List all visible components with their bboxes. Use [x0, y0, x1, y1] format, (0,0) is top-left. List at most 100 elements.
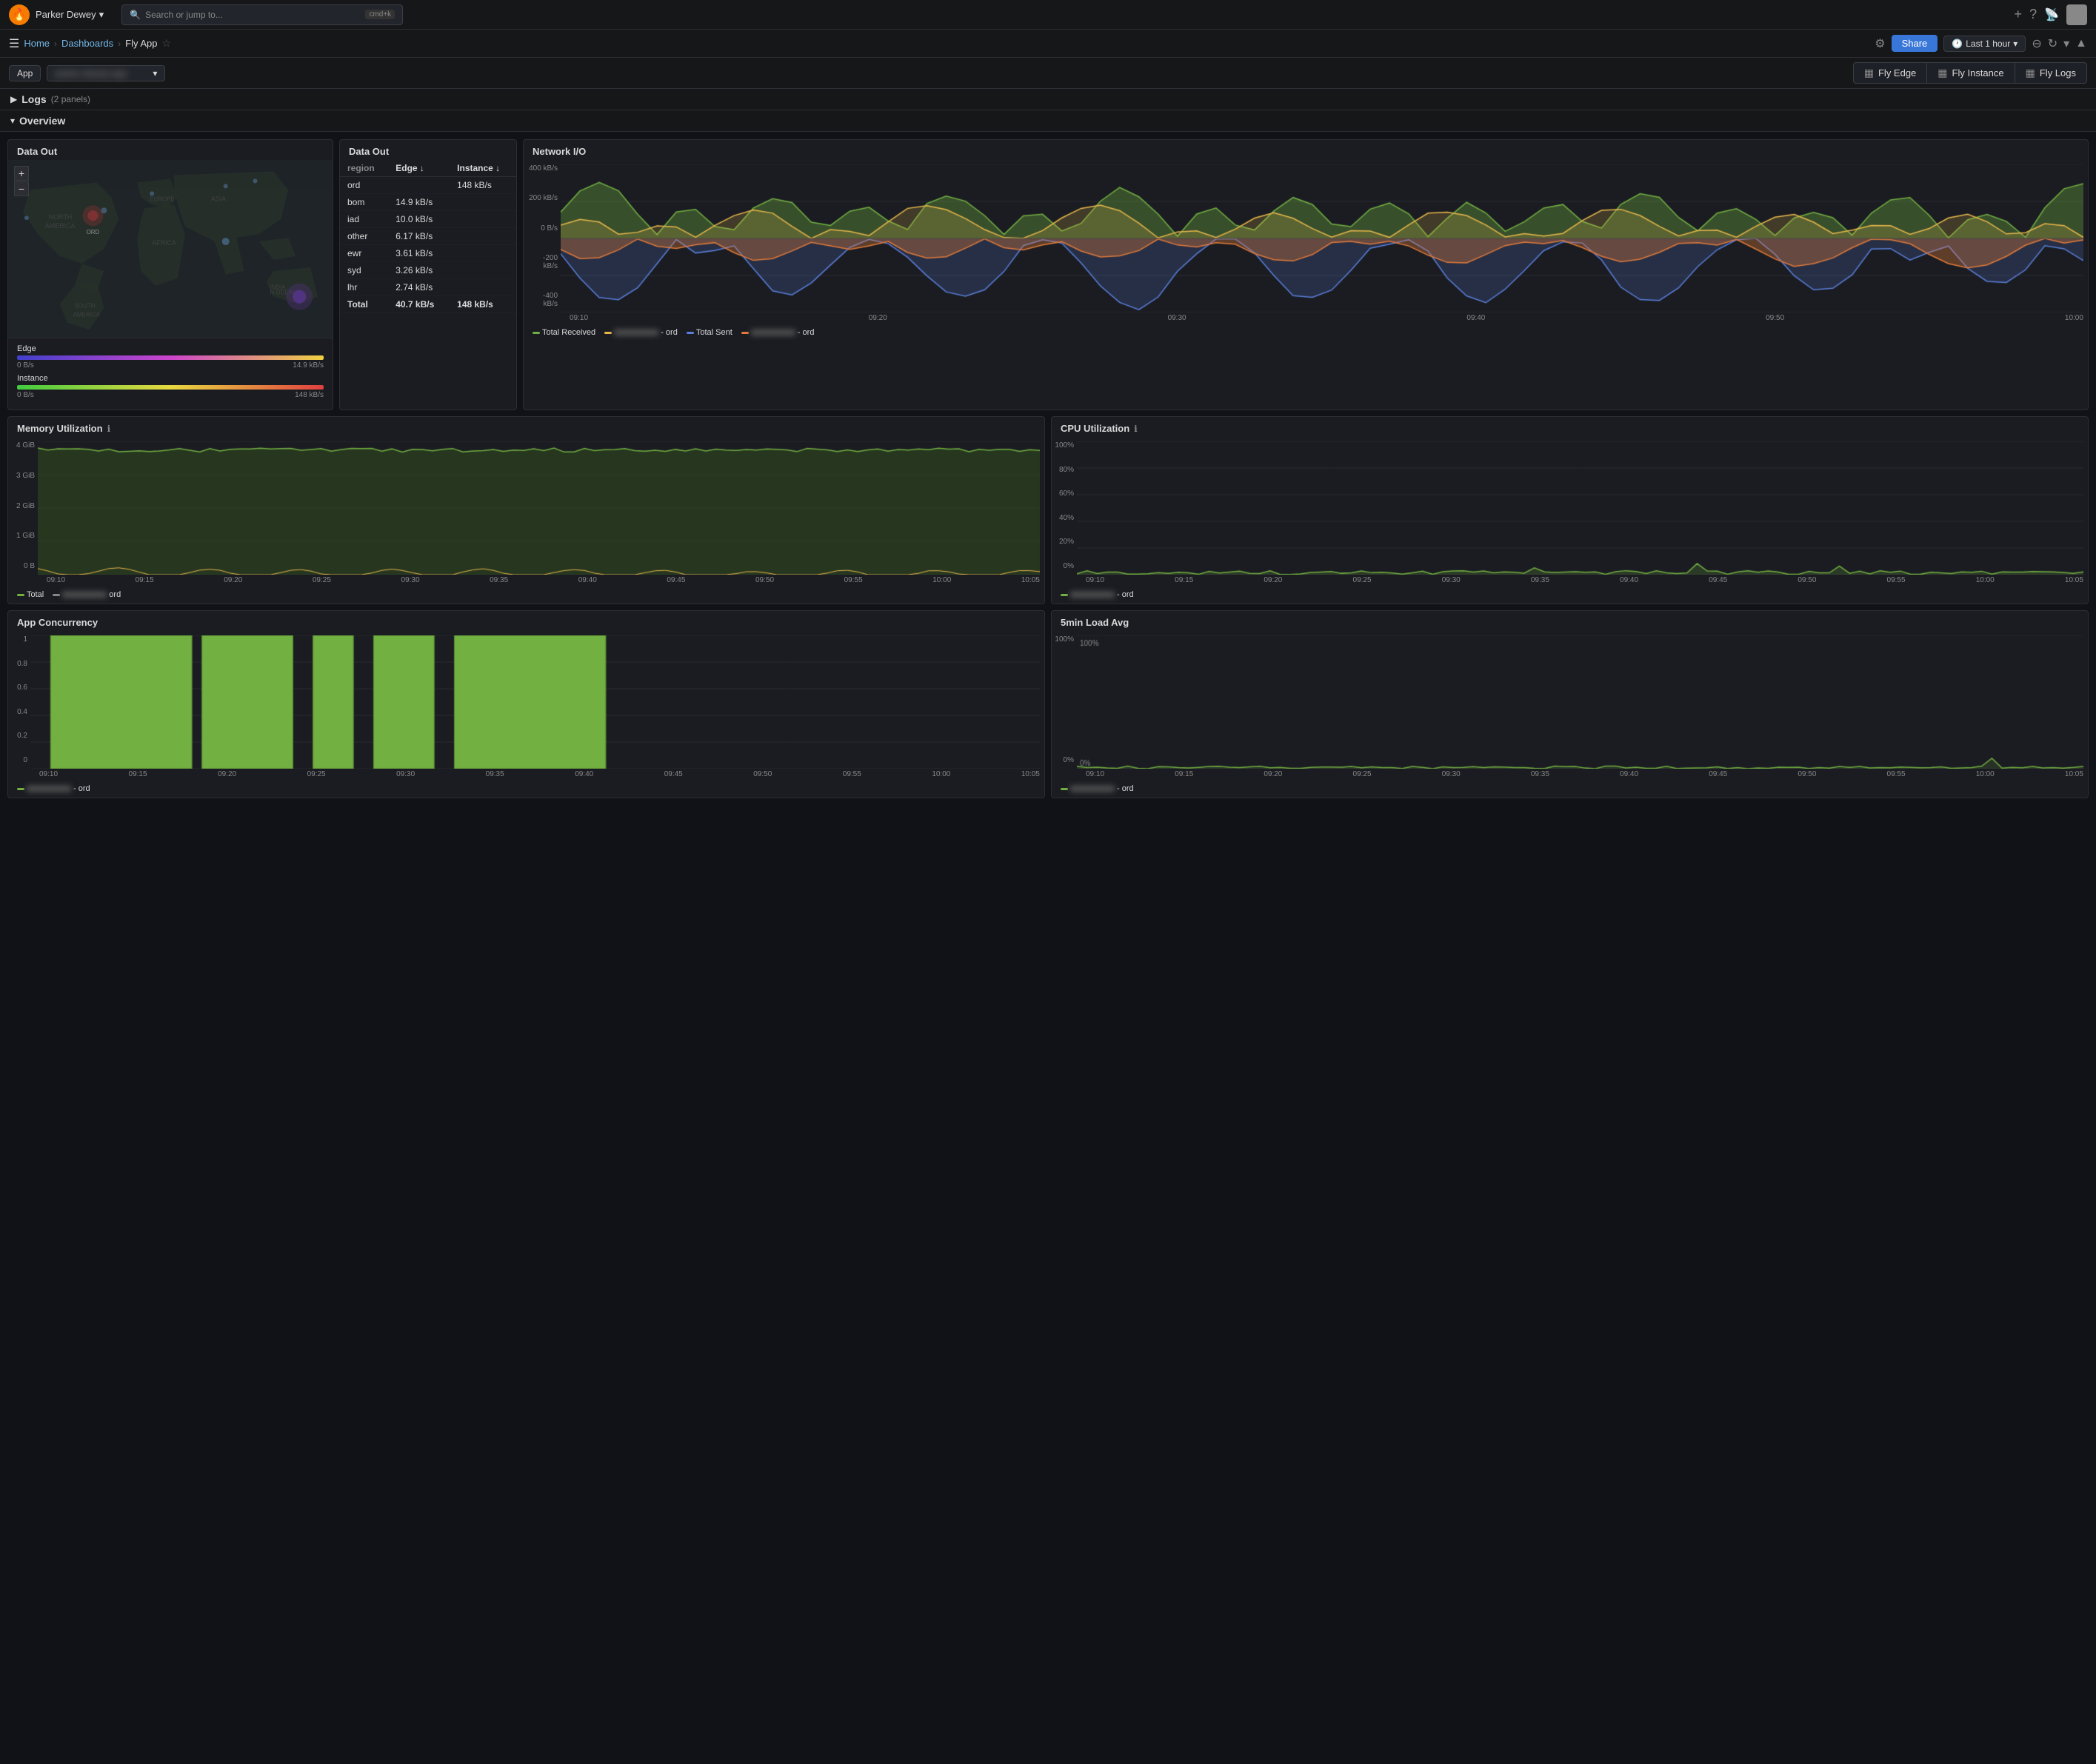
settings2-icon[interactable]: ▾: [2063, 36, 2069, 51]
refresh-icon[interactable]: ↻: [2048, 36, 2057, 51]
memory-title-row: Memory Utilization ℹ: [8, 417, 1044, 437]
concurrency-y-labels: 1 0.8 0.6 0.4 0.2 0: [8, 631, 30, 769]
overview-collapse-icon[interactable]: ▾: [10, 116, 15, 126]
mem-y-3g: 3 GiB: [11, 472, 35, 480]
search-icon: 🔍: [130, 10, 141, 20]
cell-region: iad: [340, 211, 388, 228]
cell-instance: [450, 228, 516, 245]
legend-blur-2: [751, 330, 795, 335]
la-x-0940: 09:40: [1620, 770, 1638, 778]
co-x-0935: 09:35: [486, 770, 504, 778]
table-row: Total 40.7 kB/s 148 kB/s: [340, 296, 516, 313]
network-io-title: Network I/O: [524, 140, 2088, 160]
svg-text:NORTH: NORTH: [49, 213, 73, 221]
settings-icon[interactable]: ⚙: [1875, 36, 1885, 51]
search-bar[interactable]: 🔍 Search or jump to... cmd+k: [121, 4, 403, 25]
cpu-y-40: 40%: [1055, 514, 1074, 522]
tab-fly-logs[interactable]: ▦ Fly Logs: [2015, 62, 2087, 84]
cell-region: Total: [340, 296, 388, 313]
instance-max: 148 kB/s: [295, 391, 324, 399]
grid-icon-3: ▦: [2026, 67, 2035, 79]
logs-expand-icon[interactable]: ▶: [10, 94, 17, 104]
star-icon[interactable]: ☆: [162, 37, 172, 50]
table-row: ord 148 kB/s: [340, 177, 516, 194]
avatar[interactable]: [2066, 4, 2087, 25]
mx-0940: 09:40: [578, 576, 597, 584]
help-icon[interactable]: ?: [2029, 7, 2037, 22]
cpu-y-20: 20%: [1055, 538, 1074, 546]
cpu-chart-area: 100% 80% 60% 40% 20% 0%: [1052, 437, 2088, 575]
time-range-selector[interactable]: 🕐 Last 1 hour ▾: [1943, 36, 2026, 52]
cell-edge: 2.74 kB/s: [388, 279, 450, 296]
edge-max: 14.9 kB/s: [293, 361, 324, 370]
load-avg-title: 5min Load Avg: [1052, 611, 2088, 631]
zoom-out-icon[interactable]: ⊖: [2032, 36, 2041, 51]
bot-panels: App Concurrency 1 0.8 0.6 0.4 0.2 0 09:1…: [7, 610, 2089, 798]
edge-bar-container: [17, 355, 324, 360]
mx-0920: 09:20: [224, 576, 242, 584]
cell-region: ord: [340, 177, 388, 194]
time-range-label: Last 1 hour: [1966, 39, 2010, 49]
cx-1000: 10:00: [1976, 576, 1995, 584]
cx-0945: 09:45: [1709, 576, 1727, 584]
col-edge[interactable]: Edge ↓: [388, 160, 450, 177]
memory-legend: Total ord: [8, 586, 1044, 604]
cpu-canvas-container: [1077, 437, 2088, 575]
app-selector[interactable]: parker-dewey-app ▾: [47, 65, 165, 81]
memory-canvas: [38, 441, 1040, 575]
time-chevron-icon: ▾: [2013, 39, 2017, 49]
edge-min: 0 B/s: [17, 361, 34, 370]
zoom-in-button[interactable]: +: [14, 166, 29, 181]
co-y-0: 0: [11, 756, 27, 764]
cell-region: syd: [340, 262, 388, 279]
cell-instance: [450, 211, 516, 228]
cell-edge: 40.7 kB/s: [388, 296, 450, 313]
rss-icon[interactable]: 📡: [2044, 7, 2059, 22]
la-x-0920: 09:20: [1264, 770, 1282, 778]
instance-legend-label: Instance: [17, 374, 324, 383]
tab-fly-edge[interactable]: ▦ Fly Edge: [1853, 62, 1927, 84]
tab-fly-instance[interactable]: ▦ Fly Instance: [1926, 62, 2014, 84]
cpu-legend-ord: - ord: [1061, 590, 1134, 599]
mem-y-4g: 4 GiB: [11, 441, 35, 450]
hamburger-icon[interactable]: ☰: [9, 36, 19, 51]
mx-0935: 09:35: [490, 576, 508, 584]
map-zoom-controls: + −: [14, 166, 29, 196]
y-neg400: -400 kB/s: [527, 292, 558, 308]
cpu-info-icon[interactable]: ℹ: [1134, 424, 1138, 434]
co-x-1005: 10:05: [1021, 770, 1040, 778]
cx-0955: 09:55: [1887, 576, 1906, 584]
cell-region: lhr: [340, 279, 388, 296]
col-instance[interactable]: Instance ↓: [450, 160, 516, 177]
table-row: lhr 2.74 kB/s: [340, 279, 516, 296]
data-out-map-title: Data Out: [8, 140, 333, 160]
co-x-0920: 09:20: [218, 770, 236, 778]
load-avg-panel: 5min Load Avg 100% 0% 09:10 09:15 09:20 …: [1051, 610, 2089, 798]
cpu-utilization-panel: CPU Utilization ℹ 100% 80% 60% 40% 20% 0…: [1051, 416, 2089, 604]
collapse-icon[interactable]: ▲: [2075, 37, 2087, 50]
plus-icon[interactable]: +: [2015, 7, 2023, 22]
concurrency-canvas-container: [30, 631, 1044, 769]
la-x-0930: 09:30: [1442, 770, 1461, 778]
col-region: region: [340, 160, 388, 177]
co-x-0930: 09:30: [396, 770, 415, 778]
cpu-y-labels: 100% 80% 60% 40% 20% 0%: [1052, 437, 1077, 575]
zoom-out-button[interactable]: −: [14, 181, 29, 196]
co-dot-ord: [17, 788, 24, 790]
breadcrumb-home[interactable]: Home: [24, 38, 50, 49]
legend-dot-4: [741, 332, 749, 334]
memory-info-icon[interactable]: ℹ: [107, 424, 111, 434]
co-x-0945: 09:45: [664, 770, 683, 778]
la-y-100: 100%: [1055, 635, 1074, 644]
mx-0955: 09:55: [844, 576, 863, 584]
la-x-0910: 09:10: [1086, 770, 1104, 778]
share-button[interactable]: Share: [1892, 35, 1938, 52]
mem-legend-ord: ord: [53, 590, 121, 599]
cell-instance: [450, 194, 516, 211]
cell-edge: [388, 177, 450, 194]
breadcrumb-dashboards[interactable]: Dashboards: [61, 38, 113, 49]
org-selector[interactable]: Parker Dewey ▾: [36, 9, 104, 21]
tab-fly-instance-label: Fly Instance: [1952, 67, 2004, 78]
org-name: Parker Dewey: [36, 9, 96, 20]
world-map-svg: NORTH AMERICA EUROPE ASIA AFRICA SOUTH A…: [8, 160, 333, 338]
